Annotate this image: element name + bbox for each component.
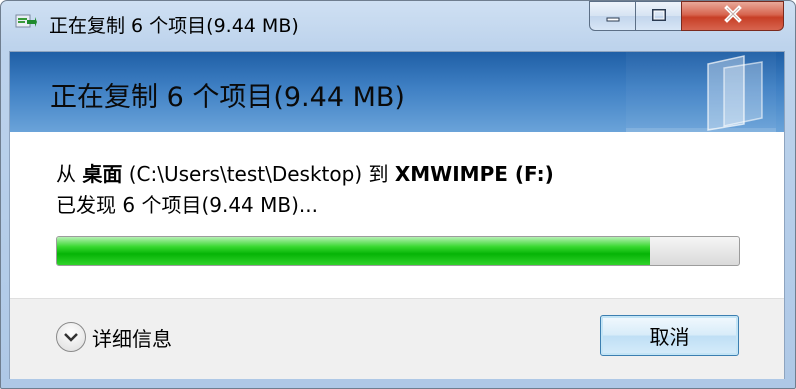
details-label[interactable]: 详细信息	[92, 323, 172, 352]
dialog-client-area: 正在复制 6 个项目(9.44 MB) 从 桌面 (C:\Users\test\…	[9, 51, 785, 379]
copy-dialog-window: 正在复制 6 个项目(9.44 MB) 正在复制 6 个项目(9.44 MB)	[0, 0, 796, 389]
to-word: 到	[368, 162, 389, 186]
maximize-icon	[651, 7, 667, 26]
copy-files-icon	[15, 12, 37, 32]
details-toggle[interactable]: 详细信息	[56, 322, 172, 352]
progress-fill	[57, 237, 651, 265]
header-title: 正在复制 6 个项目(9.44 MB)	[50, 82, 405, 113]
from-word: 从	[56, 162, 76, 186]
maximize-button[interactable]	[635, 1, 682, 31]
close-icon	[723, 5, 743, 27]
window-title: 正在复制 6 个项目(9.44 MB)	[49, 15, 299, 37]
source-destination-line: 从 桌面 (C:\Users\test\Desktop) 到 XMWIMPE (…	[56, 158, 554, 187]
items-discovered-text: 已发现 6 个项目(9.44 MB)...	[56, 193, 318, 217]
source-name[interactable]: 桌面	[82, 162, 122, 186]
minimize-icon	[605, 7, 621, 26]
cancel-button[interactable]: 取消	[600, 315, 739, 356]
minimize-button[interactable]	[589, 1, 636, 31]
chevron-down-icon[interactable]	[56, 322, 86, 352]
source-path: (C:\Users\test\Desktop)	[128, 162, 363, 186]
transfer-details: 从 桌面 (C:\Users\test\Desktop) 到 XMWIMPE (…	[10, 132, 784, 298]
close-button[interactable]	[681, 1, 784, 31]
title-bar[interactable]: 正在复制 6 个项目(9.44 MB)	[1, 1, 795, 45]
copy-progress-bar	[56, 236, 740, 266]
destination-name[interactable]: XMWIMPE (F:)	[395, 162, 554, 186]
glass-panels-icon	[626, 52, 776, 132]
dialog-header: 正在复制 6 个项目(9.44 MB)	[10, 52, 784, 132]
dialog-footer: 详细信息 取消	[10, 298, 784, 379]
